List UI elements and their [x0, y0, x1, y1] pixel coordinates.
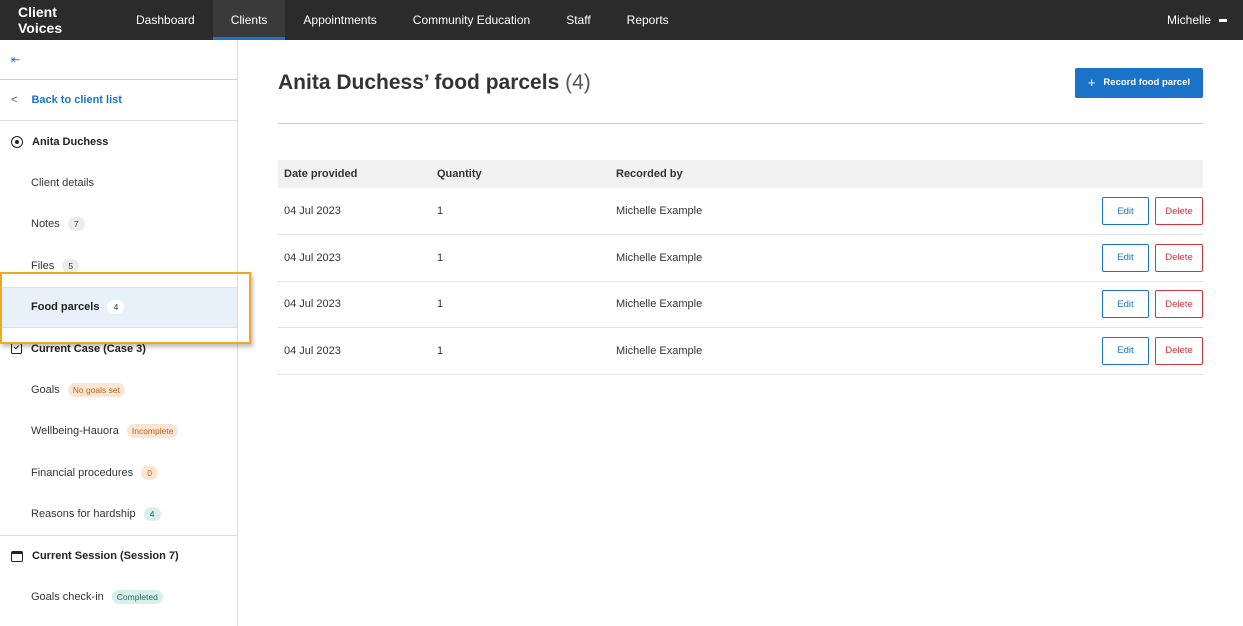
- sidebar: ⇤ < Back to client list Anita Duchess Cl…: [0, 40, 238, 626]
- edit-button[interactable]: Edit: [1102, 197, 1149, 225]
- case-title: Current Case (Case 3): [31, 342, 146, 355]
- sidebar-item-label: Files: [31, 259, 55, 272]
- sidebar-item-label: Client details: [31, 176, 94, 189]
- sidebar-item-label: Financial procedures: [31, 466, 134, 479]
- sidebar-item-wellbeing[interactable]: Wellbeing-Hauora Incomplete: [0, 411, 237, 453]
- page-title: Anita Duchess’ food parcels (4): [278, 71, 591, 95]
- quantity-cell: 1: [431, 234, 610, 282]
- column-header: Date provided: [284, 168, 358, 180]
- sidebar-item-label: Goals check-in: [31, 590, 104, 603]
- back-label: Back to client list: [31, 94, 122, 106]
- sidebar-item-notes[interactable]: Notes 7: [0, 204, 237, 246]
- edit-button[interactable]: Edit: [1102, 243, 1149, 272]
- edit-button[interactable]: Edit: [1102, 290, 1149, 319]
- date-cell: 04 Jul 2023: [278, 281, 431, 328]
- count-badge: 0: [141, 465, 159, 480]
- date-cell: 04 Jul 2023: [278, 234, 431, 282]
- table-row: 04 Jul 2023 1 Michelle Example Edit Delet…: [278, 188, 1203, 235]
- sidebar-item-food-parcels[interactable]: Food parcels 4: [0, 286, 237, 328]
- quantity-cell: 1: [431, 281, 610, 328]
- page-title-text: Anita Duchess’ food parcels: [278, 70, 560, 94]
- edit-button[interactable]: Edit: [1102, 336, 1149, 365]
- sidebar-item-label: Goals: [31, 383, 60, 396]
- page-header: Anita Duchess’ food parcels (4) + Record…: [278, 40, 1203, 124]
- status-badge: No goals set: [67, 382, 125, 397]
- sidebar-item-label: Reasons for hardship: [31, 508, 136, 521]
- count-badge: 7: [67, 217, 85, 232]
- sidebar-item-label: Notes: [31, 218, 60, 231]
- sidebar-item-financial-procedures[interactable]: Financial procedures 0: [0, 452, 237, 494]
- status-badge: Incomplete: [126, 424, 179, 439]
- collapse-sidebar-button[interactable]: ⇤: [0, 40, 237, 80]
- recorded-by-cell: Michelle Example: [610, 234, 885, 282]
- count-badge: 4: [143, 507, 161, 522]
- table-row: 04 Jul 2023 1 Michelle Example Edit Delet…: [278, 281, 1203, 328]
- nav-community-education[interactable]: Community Education: [395, 0, 548, 40]
- sidebar-item-label: Wellbeing-Hauora: [31, 425, 119, 438]
- back-to-client-list-link[interactable]: < Back to client list: [0, 80, 237, 121]
- nav-reports[interactable]: Reports: [609, 0, 687, 40]
- column-header: Recorded by: [616, 168, 683, 180]
- checkbox-icon: [11, 343, 22, 354]
- sidebar-item-client-details[interactable]: Client details: [0, 162, 237, 204]
- case-section-header: Current Case (Case 3): [0, 328, 237, 369]
- plus-icon: +: [1087, 75, 1096, 90]
- delete-button[interactable]: Delete: [1155, 290, 1203, 319]
- delete-button[interactable]: Delete: [1155, 197, 1203, 225]
- app-brand[interactable]: Client Voices: [0, 0, 118, 40]
- actions-cell: Edit Delete: [884, 188, 1203, 235]
- actions-cell: Edit Delete: [884, 281, 1203, 328]
- sidebar-item-goals[interactable]: Goals No goals set: [0, 369, 237, 411]
- record-food-parcel-button[interactable]: + Record food parcel: [1074, 67, 1203, 98]
- nav-staff[interactable]: Staff: [548, 0, 608, 40]
- sidebar-item-goals-check-in[interactable]: Goals check-in Completed: [0, 576, 237, 618]
- actions-cell: Edit Delete: [884, 327, 1203, 375]
- record-food-parcel-label: Record food parcel: [1103, 77, 1190, 88]
- top-nav: Client Voices Dashboard Clients Appointm…: [0, 0, 1243, 40]
- user-name: Michelle: [1166, 13, 1211, 27]
- table-row: 04 Jul 2023 1 Michelle Example Edit Delet…: [278, 327, 1203, 375]
- chevron-left-icon: <: [11, 94, 18, 106]
- page-title-count: (4): [565, 70, 591, 94]
- delete-button[interactable]: Delete: [1155, 336, 1203, 365]
- client-section-header: Anita Duchess: [0, 121, 237, 162]
- quantity-cell: 1: [431, 327, 610, 375]
- status-badge: Completed: [111, 589, 163, 604]
- actions-cell: Edit Delete: [884, 234, 1203, 282]
- recorded-by-cell: Michelle Example: [610, 327, 885, 375]
- user-menu[interactable]: Michelle: [1167, 0, 1243, 40]
- menu-caret-icon: [1219, 18, 1227, 22]
- nav-clients[interactable]: Clients: [212, 0, 286, 40]
- table-header-row: Date provided Quantity Recorded by: [278, 160, 1203, 188]
- calendar-icon: [11, 550, 23, 562]
- user-circle-icon: [11, 135, 23, 148]
- recorded-by-cell: Michelle Example: [610, 188, 885, 235]
- count-badge: 5: [62, 258, 80, 273]
- sidebar-item-label: Food parcels: [31, 301, 100, 314]
- quantity-cell: 1: [431, 188, 610, 235]
- date-cell: 04 Jul 2023: [278, 327, 431, 375]
- table-row: 04 Jul 2023 1 Michelle Example Edit Delet…: [278, 234, 1203, 282]
- count-badge: 4: [107, 300, 125, 315]
- session-title: Current Session (Session 7): [32, 550, 179, 562]
- client-name: Anita Duchess: [32, 135, 109, 148]
- sidebar-item-reasons-for-hardship[interactable]: Reasons for hardship 4: [0, 494, 237, 536]
- column-header: Quantity: [437, 168, 482, 180]
- session-section-header: Current Session (Session 7): [0, 535, 237, 576]
- delete-button[interactable]: Delete: [1155, 243, 1203, 272]
- date-cell: 04 Jul 2023: [278, 188, 431, 235]
- nav-dashboard[interactable]: Dashboard: [118, 0, 213, 40]
- nav-appointments[interactable]: Appointments: [285, 0, 394, 40]
- food-parcels-table: Date provided Quantity Recorded by 04 Ju…: [278, 160, 1203, 375]
- main-content: Anita Duchess’ food parcels (4) + Record…: [278, 40, 1203, 375]
- recorded-by-cell: Michelle Example: [610, 281, 885, 328]
- collapse-icon: ⇤: [11, 54, 21, 66]
- sidebar-item-files[interactable]: Files 5: [0, 245, 237, 287]
- actions-column-header: [884, 160, 1203, 188]
